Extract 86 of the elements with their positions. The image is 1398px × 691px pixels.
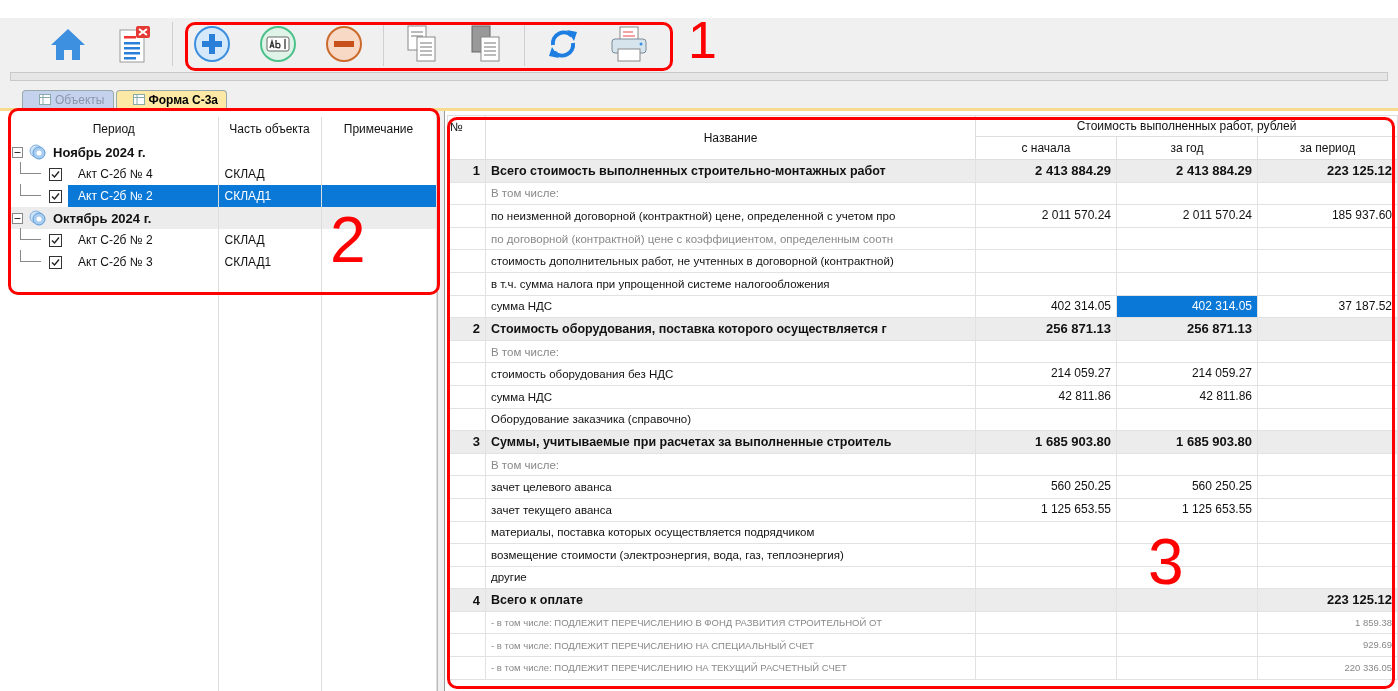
row-label: Всего к оплате (491, 593, 583, 608)
table-cell: 223 125.12 (1326, 592, 1392, 608)
row-label: В том числе: (491, 187, 559, 200)
table-cell: СКЛАД1 (218, 185, 321, 207)
row-label: В том числе: (491, 345, 559, 358)
row-label: сумма НДС (491, 390, 553, 403)
tree-line (20, 228, 41, 240)
row-label: стоимость дополнительных работ, не учтенных в договорной (контрактной) (491, 255, 894, 268)
checkbox[interactable] (49, 189, 62, 203)
table-cell: 1 125 653.55 (1181, 501, 1252, 516)
table-cell: 560 250.25 (1050, 479, 1111, 494)
tree-line (20, 184, 41, 196)
row-number: 1 (472, 163, 480, 179)
column-header: Примечание (321, 117, 436, 141)
column-header: за период (1257, 136, 1398, 160)
table-cell: 42 811.86 (1058, 388, 1111, 403)
row-label: зачет текущего аванса (491, 503, 612, 516)
callout-number: 3 (1148, 530, 1184, 594)
row-label: в т.ч. сумма налога при упрощенной системе налогообложения (491, 277, 830, 290)
table-cell: 2 011 570.24 (1182, 208, 1252, 223)
column-header: Стоимость выполненных работ, рублей (975, 115, 1398, 137)
splitter[interactable] (438, 111, 445, 691)
tree-line (20, 250, 41, 262)
collapse-icon[interactable] (12, 146, 23, 158)
tree-group-label[interactable]: Ноябрь 2024 г. (53, 144, 146, 160)
table-icon (132, 94, 145, 105)
table-cell: 220 336.05 (1344, 662, 1392, 674)
column-header: Часть объекта (218, 117, 321, 141)
row-label: Всего стоимость выполненных строительно-монтажных работ (491, 163, 886, 178)
table-cell: 402 314.05 (1191, 298, 1252, 313)
table-cell: 214 059.27 (1191, 366, 1252, 381)
disc-icon (29, 210, 47, 226)
table-cell: СКЛАД (218, 229, 321, 251)
tree-item-label[interactable]: Акт С-2б № 4 (70, 167, 153, 181)
row-label: материалы, поставка которых осуществляется подрядчиком (491, 526, 815, 539)
checkbox[interactable] (49, 255, 62, 269)
row-label: зачет целевого аванса (491, 481, 612, 494)
tree-item-label[interactable]: Акт С-2б № 3 (70, 255, 153, 269)
callout-number: 2 (330, 208, 366, 272)
tab[interactable]: Форма С-3а (115, 90, 227, 108)
table-cell: 37 187.52 (1338, 298, 1392, 313)
table-cell: 214 059.27 (1050, 366, 1111, 381)
table-cell: 402 314.05 (1050, 298, 1111, 313)
row-label: другие (491, 571, 527, 584)
row-label: - в том числе: ПОДЛЕЖИТ ПЕРЕЧИСЛЕНИЮ В ФОНД РАЗВИТИЯ СТРОИТЕЛЬНОЙ ОТ (491, 617, 883, 629)
row-label: Стоимость оборудования, поставка которого осуществляется г (491, 321, 887, 336)
row-label: - в том числе: ПОДЛЕЖИТ ПЕРЕЧИСЛЕНИЮ НА ТЕКУЩИЙ РАСЧЕТНЫЙ СЧЕТ (491, 662, 847, 674)
table-cell: 1 685 903.80 (1176, 434, 1252, 450)
table-cell: 256 871.13 (1045, 321, 1111, 337)
row-label: Суммы, учитываемые при расчетах за выполненные строитель (491, 434, 892, 449)
disc-icon (29, 144, 47, 160)
column-header: с начала (975, 136, 1117, 160)
column-header: за год (1116, 136, 1258, 160)
row-number: 2 (472, 321, 480, 337)
table-cell: 42 811.86 (1199, 388, 1252, 403)
table-cell: 2 413 884.29 (1176, 163, 1252, 178)
row-label: по договорной (контрактной) цене с коэффициентом, определенным соотн (491, 232, 893, 245)
tree-line (20, 162, 41, 174)
table-cell: 223 125.12 (1326, 163, 1392, 178)
table-cell: СКЛАД1 (218, 251, 321, 273)
row-label: сумма НДС (491, 300, 553, 313)
column-header: Период (10, 117, 218, 141)
table-cell: 256 871.13 (1186, 321, 1252, 337)
table-cell: 2 413 884.29 (1035, 163, 1111, 178)
table-cell: 560 250.25 (1191, 479, 1252, 494)
table-icon (39, 94, 51, 105)
row-label: возмещение стоимости (электроэнергия, вода, газ, теплоэнергия) (491, 548, 844, 561)
row-label: В том числе: (491, 458, 559, 471)
row-label: по неизменной договорной (контрактной) цене, определенной с учетом про (491, 210, 896, 222)
table-cell: 929.69 (1362, 639, 1392, 651)
callout-number: 1 (688, 14, 717, 66)
collapse-icon[interactable] (12, 212, 23, 224)
column-header: Название (485, 115, 976, 160)
row-label: стоимость оборудования без НДС (491, 368, 674, 381)
row-number: 3 (472, 434, 480, 450)
table-cell: 1 685 903.80 (1035, 434, 1111, 450)
row-label: Оборудование заказчика (справочно) (491, 413, 692, 426)
checkbox[interactable] (49, 167, 62, 181)
table-cell: 1 125 653.55 (1040, 501, 1111, 516)
checkbox[interactable] (49, 233, 62, 247)
table-cell: 2 011 570.24 (1041, 208, 1111, 223)
table-cell: 1 859.38 (1355, 616, 1392, 628)
row-label: - в том числе: ПОДЛЕЖИТ ПЕРЕЧИСЛЕНИЮ НА СПЕЦИАЛЬНЫЙ СЧЕТ (491, 639, 814, 651)
table-cell: 185 937.60 (1331, 208, 1392, 223)
row-number: 4 (472, 592, 480, 608)
tree-item-label[interactable]: Акт С-2б № 2 (70, 233, 153, 247)
